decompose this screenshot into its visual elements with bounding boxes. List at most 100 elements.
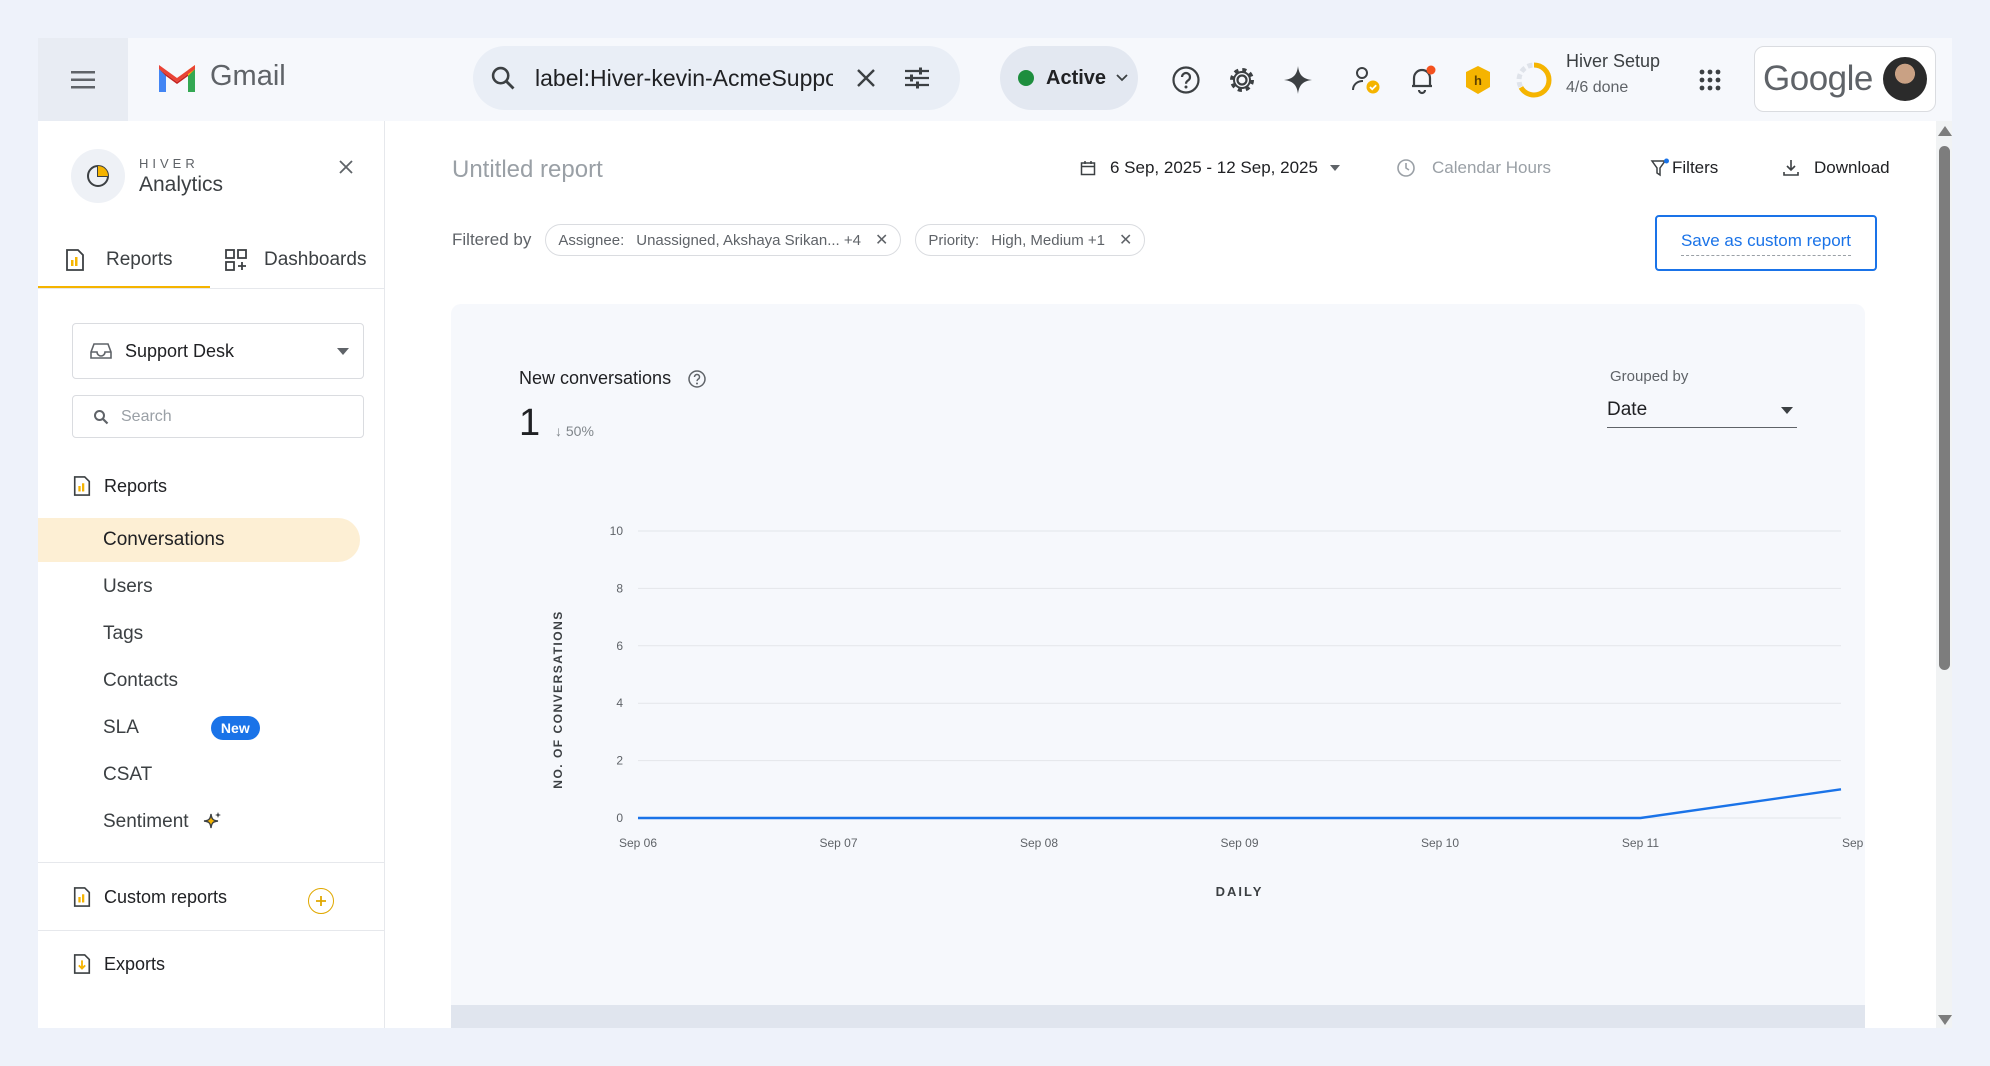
series-line: [638, 788, 1842, 820]
y-axis-label: NO. OF CONVERSATIONS: [551, 610, 565, 788]
grouped-by-value: Date: [1607, 399, 1648, 420]
sidebar-item-users[interactable]: Users: [38, 565, 360, 609]
remove-chip-icon[interactable]: ✕: [875, 230, 888, 250]
clear-search-icon[interactable]: [855, 67, 877, 89]
caret-down-icon: [1781, 406, 1793, 414]
tab-dashboards[interactable]: Dashboards: [224, 233, 384, 286]
gmail-wordmark: Gmail: [210, 60, 286, 92]
chip-key: Priority:: [928, 231, 980, 249]
report-doc-icon: [73, 476, 91, 496]
sidebar-item-label: SLA: [103, 717, 139, 738]
scrollbar-thumb[interactable]: [1939, 146, 1950, 670]
status-dropdown[interactable]: Active: [1000, 46, 1138, 110]
search-options-icon[interactable]: [903, 66, 931, 90]
sidebar-item-tags[interactable]: Tags: [38, 612, 360, 656]
sidebar-item-contacts[interactable]: Contacts: [38, 659, 360, 703]
remove-chip-icon[interactable]: ✕: [1119, 230, 1132, 250]
save-custom-report-label: Save as custom report: [1680, 231, 1852, 256]
reports-section-heading[interactable]: Reports: [72, 475, 167, 497]
x-axis-label: DAILY: [1216, 884, 1264, 899]
apps-button[interactable]: [1690, 60, 1730, 100]
metric-title: New conversations: [519, 368, 672, 388]
help-icon: [1172, 66, 1200, 94]
sidebar-item-label: Tags: [103, 623, 144, 644]
tab-reports-label: Reports: [106, 248, 173, 270]
avatar: [1882, 57, 1927, 101]
settings-button[interactable]: [1222, 60, 1262, 100]
sidebar-item-sentiment[interactable]: Sentiment: [38, 800, 360, 844]
sidebar-item-csat[interactable]: CSAT: [38, 753, 360, 797]
assignee-button[interactable]: [1346, 60, 1386, 100]
gmail-logo[interactable]: Gmail: [156, 60, 286, 93]
filters-button[interactable]: Filters: [1650, 158, 1718, 178]
date-range-picker[interactable]: 6 Sep, 2025 - 12 Sep, 2025: [1080, 158, 1340, 178]
brand-small-text: HIVER: [139, 155, 199, 171]
exports-link[interactable]: Exports: [72, 953, 165, 975]
setup-progress-ring[interactable]: [1514, 60, 1554, 100]
filter-chip-priority[interactable]: Priority: High, Medium +1 ✕: [915, 224, 1146, 256]
main-menu-button[interactable]: [38, 38, 128, 121]
sidebar-divider: [38, 862, 384, 863]
google-account-button[interactable]: Google: [1754, 46, 1936, 112]
chip-value: Unassigned, Akshaya Srikan... +4: [636, 231, 861, 249]
y-tick-label: 4: [616, 696, 623, 710]
hamburger-icon: [71, 70, 95, 88]
caret-down-icon: [1329, 165, 1340, 171]
apps-grid-icon: [1699, 69, 1721, 91]
notifications-button[interactable]: [1402, 60, 1442, 100]
x-tick-label: Sep 06: [619, 836, 657, 850]
caret-down-icon: [337, 347, 349, 355]
sidebar-search-input[interactable]: Search: [72, 395, 364, 438]
inbox-select[interactable]: Support Desk: [72, 323, 364, 379]
hiver-button[interactable]: h: [1458, 60, 1498, 100]
chevron-down-icon: [1116, 74, 1128, 82]
close-sidebar-button[interactable]: [338, 155, 354, 181]
export-doc-icon: [73, 954, 91, 974]
bell-icon: [1412, 65, 1436, 95]
x-tick-label: Sep 08: [1020, 836, 1058, 850]
sidebar-item-sla[interactable]: SLA New: [38, 706, 360, 750]
scroll-down-icon[interactable]: [1938, 1015, 1952, 1025]
sidebar-item-conversations[interactable]: Conversations: [38, 518, 360, 562]
chip-value: High, Medium +1: [991, 231, 1106, 249]
google-wordmark: Google: [1763, 59, 1873, 98]
report-doc-icon: [66, 248, 84, 271]
add-custom-report-button[interactable]: [308, 888, 334, 914]
report-title[interactable]: Untitled report: [452, 156, 603, 184]
metric-header: New conversations: [519, 368, 707, 389]
y-tick-label: 8: [616, 581, 623, 595]
tab-reports[interactable]: Reports: [38, 233, 210, 288]
app-window: Gmail label:Hiver-kevin-AcmeSuppor Activ…: [38, 38, 1952, 1028]
search-icon: [94, 409, 109, 424]
inbox-icon: [90, 343, 112, 359]
sidebar-item-label: Contacts: [103, 670, 178, 691]
grouped-by-select[interactable]: Date: [1607, 393, 1797, 428]
search-icon[interactable]: [489, 64, 517, 92]
save-custom-report-button[interactable]: Save as custom report: [1655, 215, 1877, 271]
line-chart: 0 2 4 6 8 10 Sep 06 Sep 07 Sep 08 Sep 09 Sep 10 Sep…: [551, 524, 1865, 899]
metric-delta: ↓ 50%: [555, 423, 594, 439]
filtered-by-label: Filtered by: [452, 230, 532, 249]
x-tick-label: Sep 10: [1421, 836, 1459, 850]
top-bar: Gmail label:Hiver-kevin-AcmeSuppor Activ…: [38, 38, 1952, 121]
setup-status[interactable]: Hiver Setup 4/6 done: [1566, 51, 1660, 97]
sidebar-item-label: Conversations: [103, 529, 225, 550]
setup-title: Hiver Setup: [1566, 51, 1661, 71]
custom-reports-link[interactable]: Custom reports: [72, 886, 227, 908]
gemini-button[interactable]: [1278, 60, 1318, 100]
help-icon[interactable]: [687, 369, 707, 389]
help-button[interactable]: [1166, 60, 1206, 100]
sidebar-item-label: Users: [103, 576, 153, 597]
search-input[interactable]: label:Hiver-kevin-AcmeSuppor: [535, 65, 833, 92]
arrow-down-icon: ↓: [555, 423, 562, 439]
reports-section-label: Reports: [104, 475, 168, 496]
download-button[interactable]: Download: [1782, 158, 1890, 178]
dashboard-icon: [225, 248, 247, 271]
search-bar[interactable]: label:Hiver-kevin-AcmeSuppor: [473, 46, 960, 110]
filter-chip-assignee[interactable]: Assignee: Unassigned, Akshaya Srikan... …: [545, 224, 902, 256]
hours-selector[interactable]: Calendar Hours: [1396, 158, 1551, 178]
scroll-up-icon[interactable]: [1938, 126, 1952, 136]
sidebar-item-label: Sentiment: [103, 811, 189, 832]
exports-label: Exports: [104, 953, 166, 974]
chip-key: Assignee:: [558, 231, 625, 249]
